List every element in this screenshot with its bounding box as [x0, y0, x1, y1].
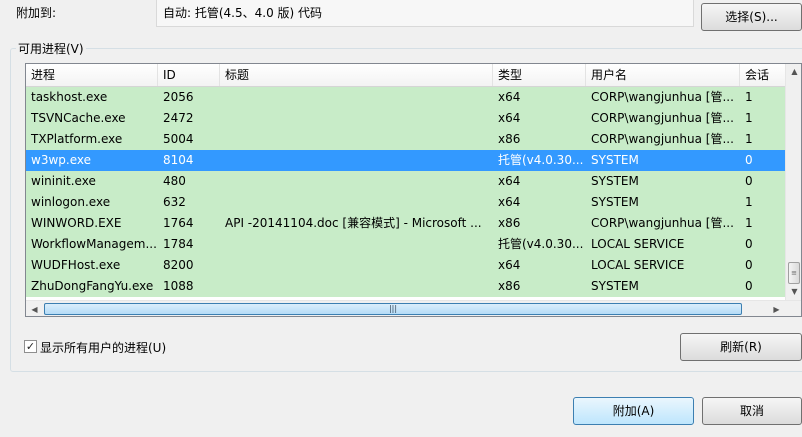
process-id: 1764 — [163, 216, 194, 230]
process-name: WorkflowManagem... — [31, 237, 157, 251]
process-title — [220, 108, 493, 129]
process-user: SYSTEM — [591, 195, 639, 209]
table-row[interactable]: WUDFHost.exe 8200 x64 LOCAL SERVICE 0 — [26, 255, 785, 276]
process-type: x64 — [498, 258, 521, 272]
process-type: x64 — [498, 90, 521, 104]
process-id: 5004 — [163, 132, 194, 146]
column-header-id[interactable]: ID — [158, 64, 220, 86]
horizontal-scrollbar[interactable]: ◀ ||| ▶ — [26, 300, 801, 316]
process-type: 托管(v4.0.30... — [498, 153, 584, 167]
process-title — [220, 255, 493, 276]
horizontal-scroll-thumb[interactable]: ||| — [44, 303, 742, 315]
process-name: wininit.exe — [31, 174, 96, 188]
process-user: CORP\wangjunhua [管... — [591, 90, 734, 104]
process-title — [220, 276, 493, 297]
column-header-type[interactable]: 类型 — [493, 64, 586, 86]
process-title: API -20141104.doc [兼容模式] - Microsoft ... — [225, 216, 482, 230]
process-id: 2472 — [163, 111, 194, 125]
process-type: x64 — [498, 195, 521, 209]
refresh-button[interactable]: 刷新(R) — [680, 333, 802, 361]
scroll-right-icon[interactable]: ▶ — [768, 301, 785, 316]
attach-to-field: 自动: 托管(4.5、4.0 版) 代码 — [156, 0, 694, 27]
process-title — [220, 192, 493, 213]
process-type: x64 — [498, 174, 521, 188]
process-type: 托管(v4.0.30... — [498, 237, 584, 251]
process-id: 8104 — [163, 153, 194, 167]
process-title — [220, 87, 493, 108]
table-row[interactable]: w3wp.exe 8104 托管(v4.0.30... SYSTEM 0 — [26, 150, 785, 171]
process-name: taskhost.exe — [31, 90, 108, 104]
column-header-process[interactable]: 进程 — [26, 64, 158, 86]
process-id: 8200 — [163, 258, 194, 272]
table-row[interactable]: wininit.exe 480 x64 SYSTEM 0 — [26, 171, 785, 192]
process-list-header: 进程 ID 标题 类型 用户名 会话 — [26, 64, 801, 87]
process-list[interactable]: 进程 ID 标题 类型 用户名 会话 taskhost.exe 2056 x64 CO… — [25, 63, 802, 317]
process-name: WINWORD.EXE — [31, 216, 122, 230]
table-row[interactable]: WINWORD.EXE 1764 API -20141104.doc [兼容模式] … — [26, 213, 785, 234]
attach-to-label: 附加到: — [16, 6, 57, 20]
process-name: TSVNCache.exe — [31, 111, 126, 125]
process-title — [220, 129, 493, 150]
process-title — [220, 171, 493, 192]
process-user: LOCAL SERVICE — [591, 237, 685, 251]
process-user: SYSTEM — [591, 153, 639, 167]
process-name: TXPlatform.exe — [31, 132, 123, 146]
process-type: x86 — [498, 132, 521, 146]
process-name: w3wp.exe — [31, 153, 91, 167]
process-type: x86 — [498, 279, 521, 293]
process-title — [220, 150, 493, 171]
scroll-left-icon[interactable]: ◀ — [26, 301, 43, 316]
show-all-users-checkbox[interactable]: ✓ — [24, 340, 37, 353]
process-user: SYSTEM — [591, 174, 639, 188]
cancel-button[interactable]: 取消 — [702, 397, 802, 425]
table-row[interactable]: winlogon.exe 632 x64 SYSTEM 1 — [26, 192, 785, 213]
process-name: WUDFHost.exe — [31, 258, 121, 272]
process-type: x86 — [498, 216, 521, 230]
process-user: SYSTEM — [591, 279, 639, 293]
process-id: 1784 — [163, 237, 194, 251]
table-row[interactable]: TSVNCache.exe 2472 x64 CORP\wangjunhua [管..… — [26, 108, 785, 129]
process-id: 2056 — [163, 90, 194, 104]
process-id: 632 — [163, 195, 186, 209]
available-processes-label: 可用进程(V) — [16, 40, 86, 57]
process-name: ZhuDongFangYu.exe — [31, 279, 154, 293]
scroll-down-icon[interactable]: ▼ — [786, 284, 801, 300]
process-type: x64 — [498, 111, 521, 125]
process-id: 1088 — [163, 279, 194, 293]
process-title — [220, 234, 493, 255]
process-id: 480 — [163, 174, 186, 188]
vertical-scroll-thumb[interactable]: ≡ — [788, 262, 800, 284]
table-row[interactable]: taskhost.exe 2056 x64 CORP\wangjunhua [管...… — [26, 87, 785, 108]
column-header-title[interactable]: 标题 — [220, 64, 493, 86]
select-button[interactable]: 选择(S)... — [701, 3, 802, 31]
process-user: CORP\wangjunhua [管... — [591, 111, 734, 125]
vertical-scrollbar[interactable]: ▲ ≡ ▼ — [785, 64, 801, 300]
table-row[interactable]: WorkflowManagem... 1784 托管(v4.0.30... LOCAL… — [26, 234, 785, 255]
process-user: LOCAL SERVICE — [591, 258, 685, 272]
show-all-users-label: 显示所有用户的进程(U) — [40, 341, 167, 355]
table-row[interactable]: ZhuDongFangYu.exe 1088 x86 SYSTEM 0 — [26, 276, 785, 297]
process-user: CORP\wangjunhua [管... — [591, 132, 734, 146]
scroll-up-icon[interactable]: ▲ — [786, 64, 801, 80]
process-name: winlogon.exe — [31, 195, 111, 209]
attach-to-value: 自动: 托管(4.5、4.0 版) 代码 — [163, 6, 323, 20]
process-user: CORP\wangjunhua [管... — [591, 216, 734, 230]
attach-button[interactable]: 附加(A) — [573, 397, 694, 425]
column-header-username[interactable]: 用户名 — [586, 64, 740, 86]
table-row[interactable]: TXPlatform.exe 5004 x86 CORP\wangjunhua [管.… — [26, 129, 785, 150]
